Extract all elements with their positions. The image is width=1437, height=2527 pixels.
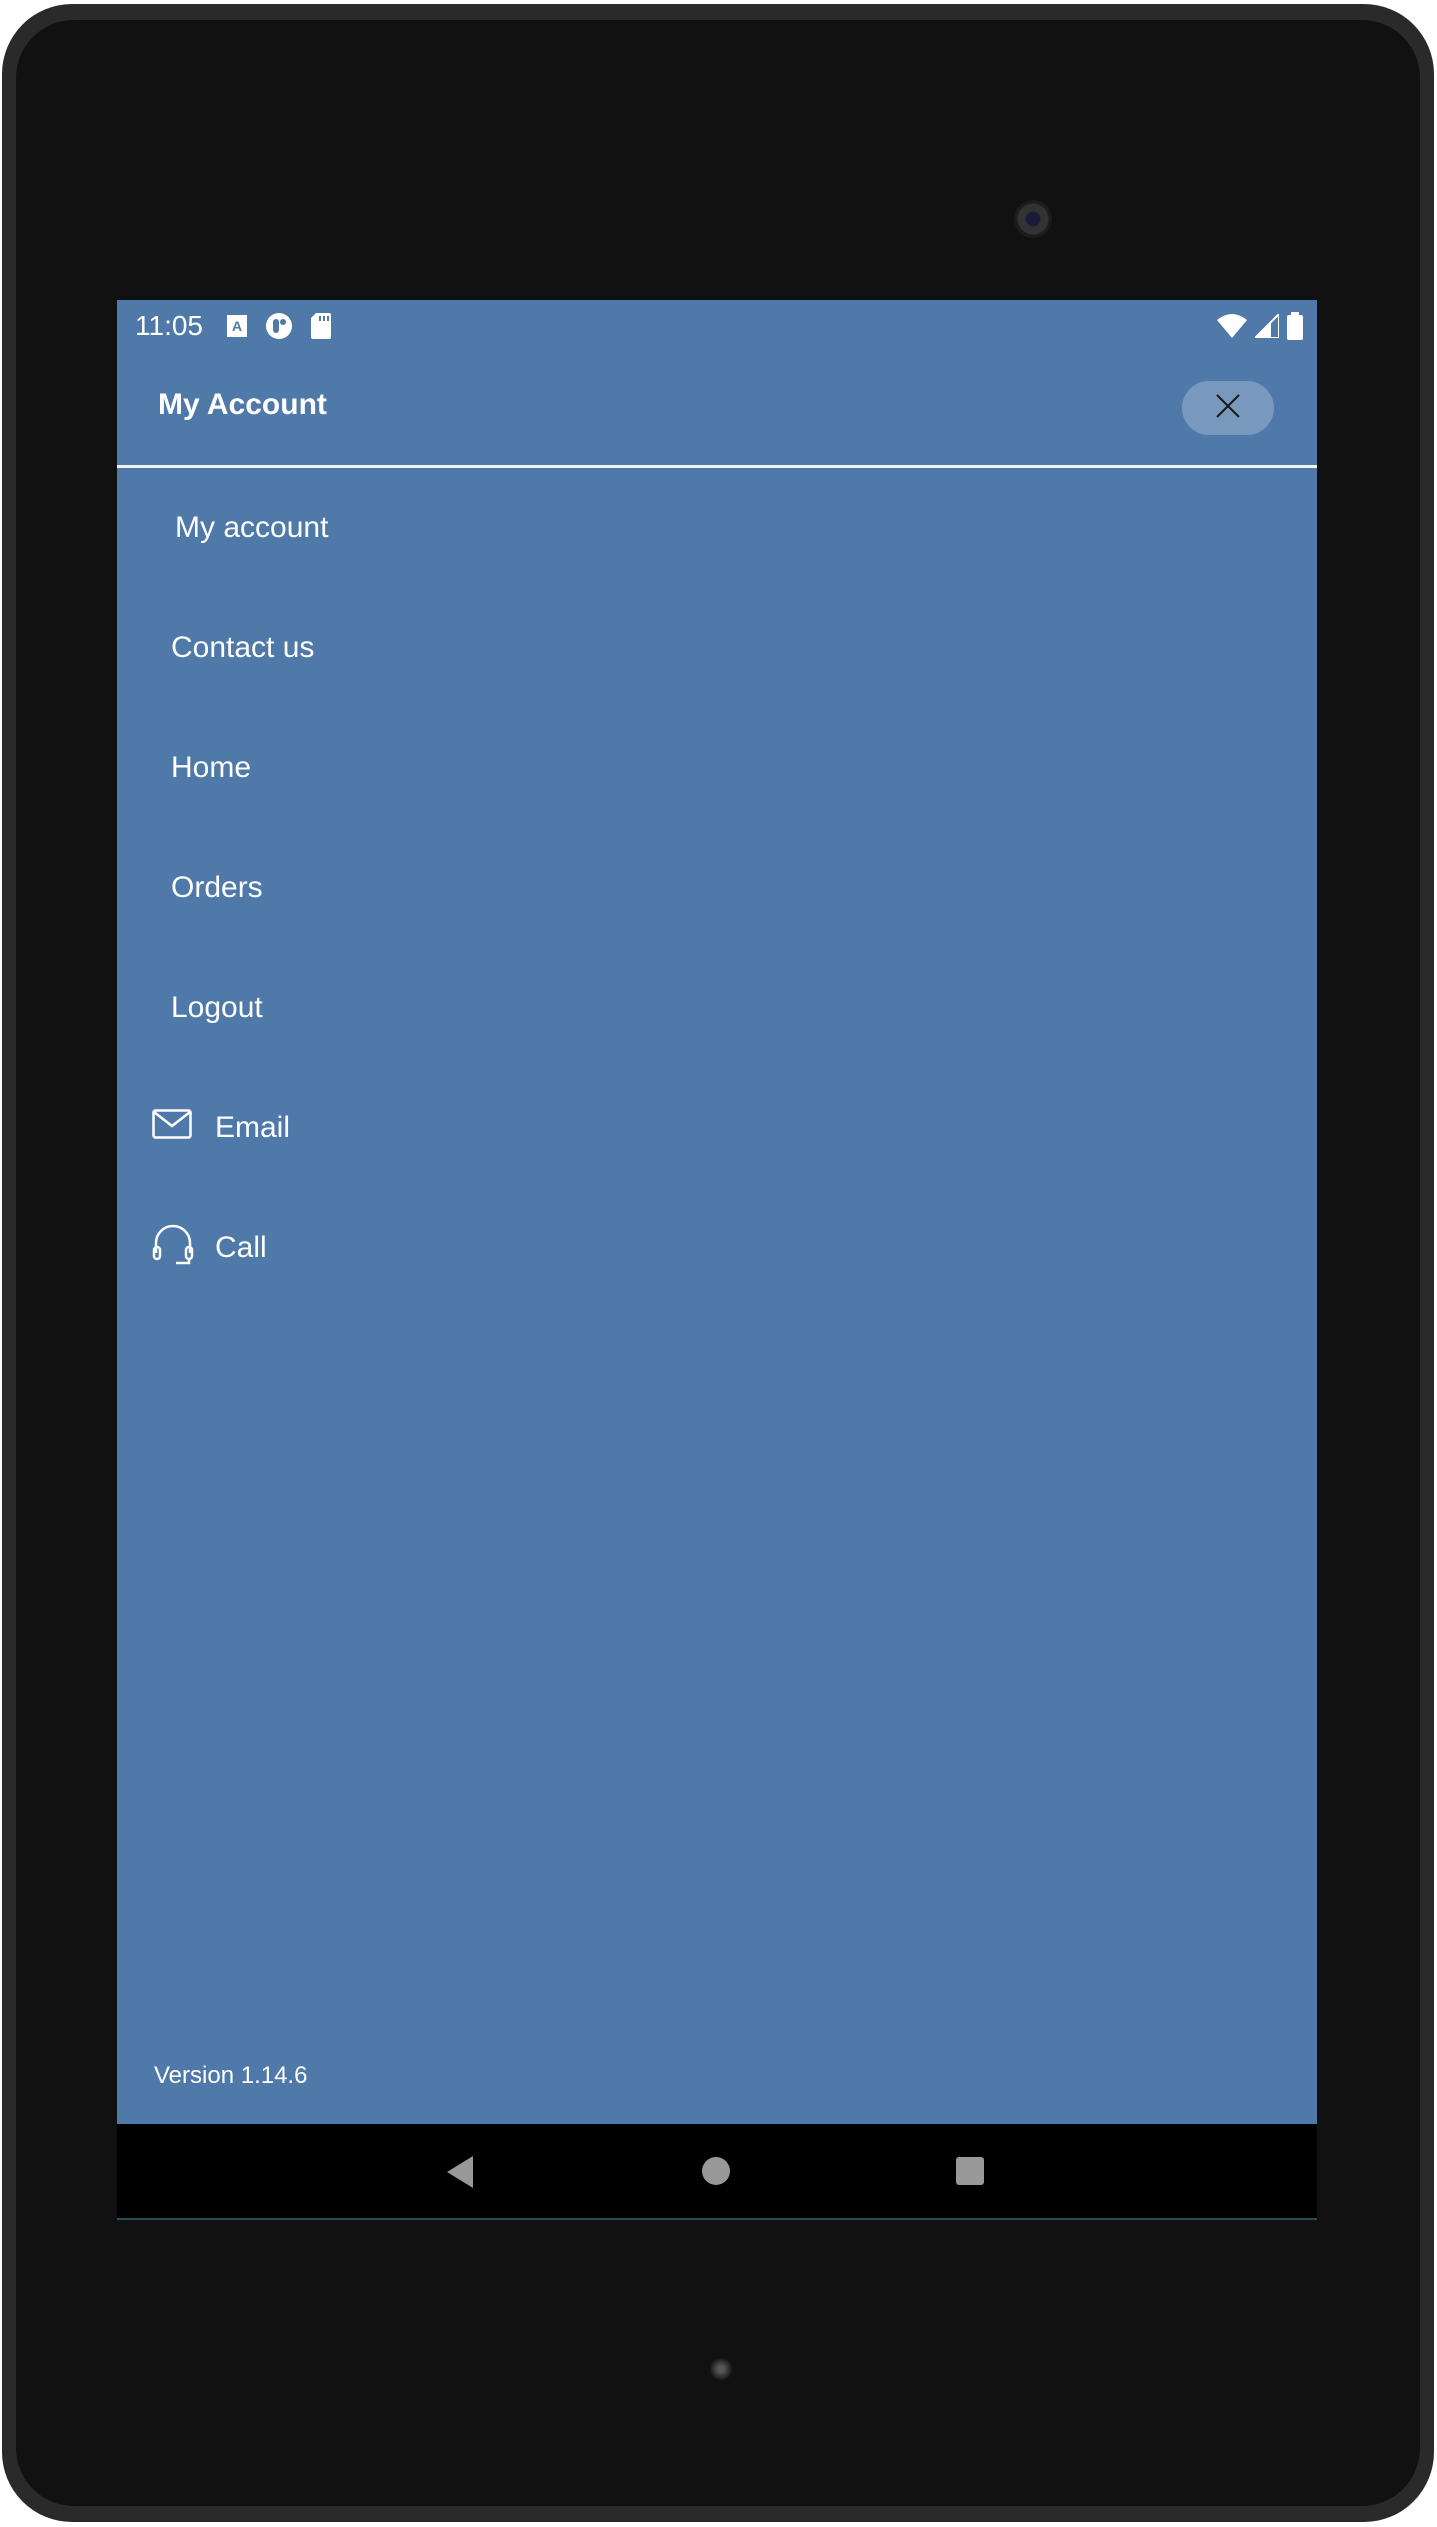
close-button[interactable] — [1182, 381, 1274, 435]
home-icon[interactable] — [702, 2157, 730, 2190]
back-icon[interactable] — [445, 2156, 475, 2193]
keyboard-a-icon: A — [227, 315, 247, 342]
page-title: My Account — [158, 388, 327, 421]
menu-item-label: Logout — [171, 991, 263, 1024]
android-nav-bar — [117, 2124, 1317, 2220]
menu-item-label: Home — [171, 751, 252, 784]
app-version: Version 1.14.6 — [154, 2062, 308, 2089]
status-time: 11:05 — [135, 310, 203, 341]
sd-card-icon — [311, 313, 331, 344]
battery-icon — [1287, 312, 1303, 345]
menu-item-label: My account — [175, 511, 329, 544]
envelope-icon — [152, 1109, 192, 1147]
svg-text:A: A — [232, 318, 242, 334]
wifi-icon — [1217, 314, 1247, 343]
app-screen: 11:05 A My Account My account Contact us… — [117, 300, 1317, 2220]
menu-item-home[interactable]: Home — [117, 708, 1317, 828]
menu-item-call[interactable]: Call — [117, 1188, 1317, 1308]
menu-item-orders[interactable]: Orders — [117, 828, 1317, 948]
menu-item-logout[interactable]: Logout — [117, 948, 1317, 1068]
drawer-header: My Account — [117, 350, 1317, 468]
front-camera — [1014, 200, 1052, 238]
menu-item-my-account[interactable]: My account — [117, 468, 1317, 588]
app-circle-icon — [265, 312, 293, 345]
menu-item-label: Orders — [171, 871, 263, 904]
headset-icon — [152, 1223, 194, 1273]
menu-item-email[interactable]: Email — [117, 1068, 1317, 1188]
close-icon — [1214, 392, 1242, 425]
cell-signal-icon — [1252, 311, 1280, 343]
menu-item-label: Email — [215, 1111, 291, 1144]
light-sensor — [710, 2358, 732, 2380]
menu-item-label: Call — [215, 1231, 267, 1264]
status-bar: 11:05 A — [117, 300, 1317, 350]
recents-icon[interactable] — [956, 2157, 984, 2190]
menu-item-label: Contact us — [171, 631, 315, 664]
menu-item-contact-us[interactable]: Contact us — [117, 588, 1317, 708]
